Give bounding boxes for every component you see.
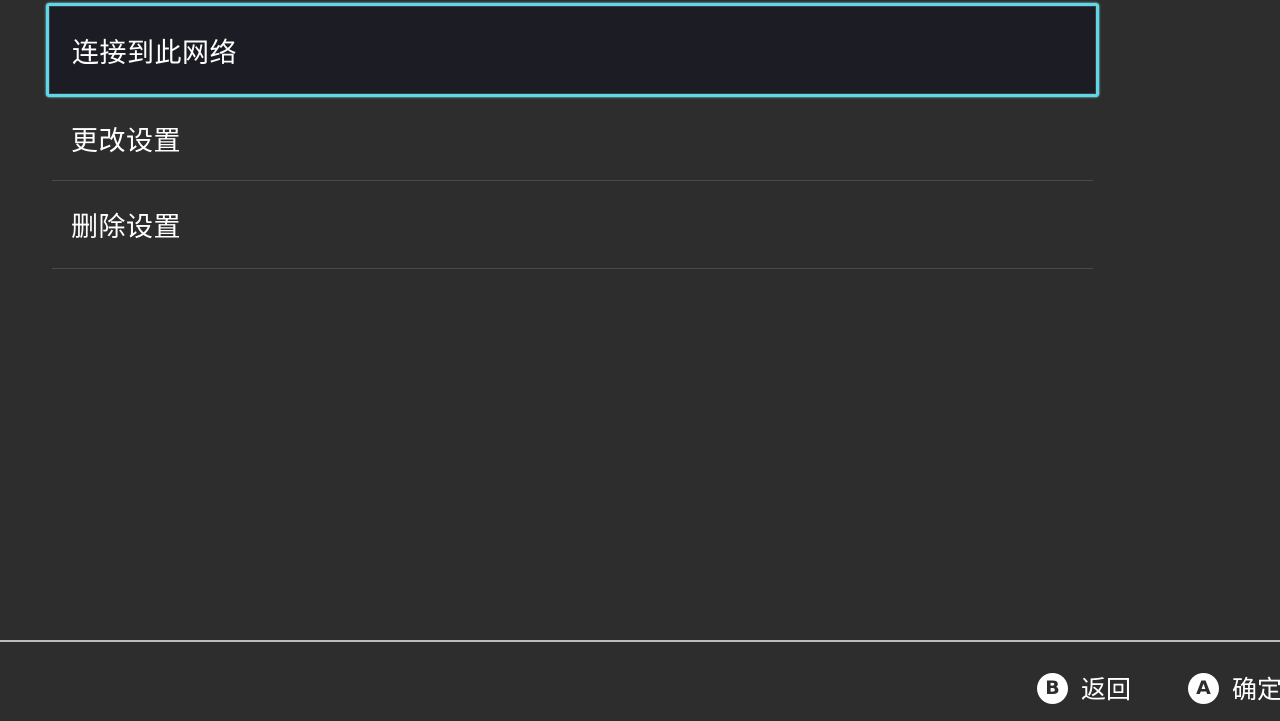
confirm-hint[interactable]: A 确定 bbox=[1188, 672, 1280, 704]
menu-item-label: 连接到此网络 bbox=[72, 37, 237, 69]
menu-item-connect[interactable]: 连接到此网络 bbox=[46, 3, 1099, 97]
back-label: 返回 bbox=[1081, 675, 1132, 704]
menu-item-delete-settings[interactable]: 删除设置 bbox=[52, 181, 1093, 269]
confirm-label: 确定 bbox=[1232, 675, 1280, 704]
footer-bar: B 返回 A 确定 bbox=[0, 642, 1280, 721]
menu-item-label: 更改设置 bbox=[71, 126, 181, 157]
b-button-icon: B bbox=[1037, 672, 1068, 704]
menu-item-change-settings[interactable]: 更改设置 bbox=[52, 97, 1093, 181]
network-settings-screen: 连接到此网络 更改设置 删除设置 B 返回 A 确定 bbox=[0, 0, 1280, 721]
network-options-menu: 连接到此网络 更改设置 删除设置 bbox=[46, 3, 1099, 269]
a-button-icon: A bbox=[1188, 672, 1219, 704]
menu-item-label: 删除设置 bbox=[71, 212, 181, 243]
back-hint[interactable]: B 返回 bbox=[1037, 672, 1131, 704]
